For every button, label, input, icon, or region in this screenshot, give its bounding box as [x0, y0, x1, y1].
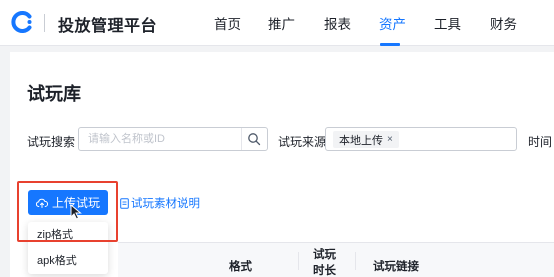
source-select[interactable]: 本地上传 ×: [325, 127, 517, 151]
column-link: 试玩链接: [373, 261, 419, 273]
nav-tools[interactable]: 工具: [434, 0, 461, 46]
source-tag-label: 本地上传: [339, 134, 383, 147]
logo-divider: [44, 14, 45, 32]
search-label: 试玩搜索: [27, 135, 76, 149]
highlight-annotation-box: [17, 181, 118, 242]
active-nav-indicator: [380, 43, 400, 46]
search-divider: [241, 128, 242, 150]
nav-finance[interactable]: 财务: [490, 0, 517, 46]
time-label: 时间: [528, 135, 553, 149]
search-input[interactable]: [88, 131, 238, 147]
document-icon: [120, 197, 129, 209]
column-duration: 试玩时长: [313, 249, 336, 277]
menu-item-apk[interactable]: apk格式: [28, 248, 108, 272]
column-divider: [298, 252, 299, 270]
source-tag: 本地上传 ×: [333, 131, 399, 148]
brand-name: 投放管理平台: [58, 18, 158, 35]
demo-material-guide-link[interactable]: 试玩素材说明: [120, 195, 200, 211]
column-divider: [355, 252, 356, 270]
demo-material-guide-label: 试玩素材说明: [131, 198, 200, 210]
nav-assets[interactable]: 资产: [379, 0, 406, 46]
nav-promotion[interactable]: 推广: [268, 0, 295, 46]
search-icon[interactable]: [247, 132, 261, 146]
nav-home[interactable]: 首页: [214, 0, 241, 46]
mouse-cursor-icon: [70, 204, 82, 220]
search-field[interactable]: [78, 127, 268, 151]
page-title: 试玩库: [27, 84, 81, 104]
close-icon[interactable]: ×: [387, 134, 393, 145]
logo-icon: [11, 11, 32, 33]
column-format: 格式: [229, 261, 252, 273]
top-navigation-bar: 投放管理平台 首页 推广 报表 资产 工具 财务: [0, 0, 554, 46]
source-label: 试玩来源: [278, 135, 327, 149]
nav-reports[interactable]: 报表: [324, 0, 351, 46]
